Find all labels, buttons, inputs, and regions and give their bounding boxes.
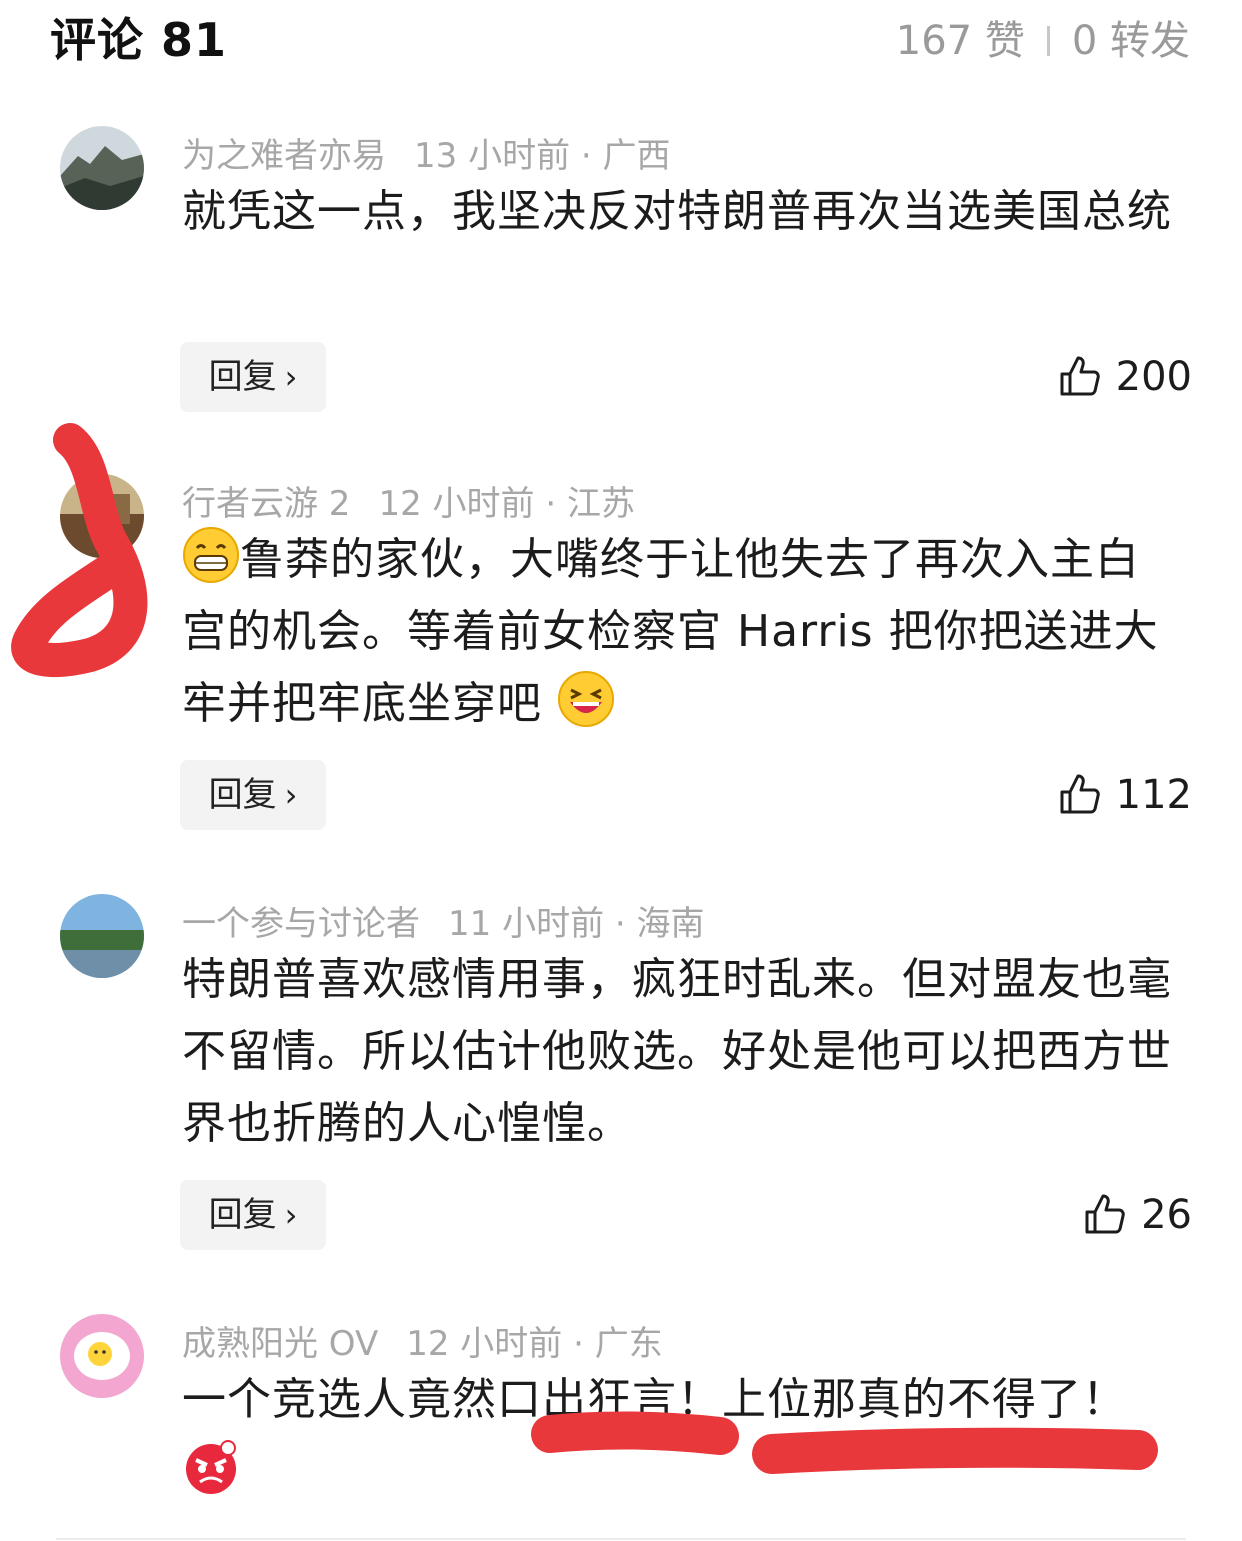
username[interactable]: 行者云游 2	[182, 484, 350, 524]
comment-text: 就凭这一点，我坚决反对特朗普再次当选美国总统	[182, 186, 1172, 237]
chevron-right-icon: ›	[284, 776, 298, 814]
avatar[interactable]	[60, 894, 144, 978]
timestamp-location: 12 小时前 · 江苏	[378, 484, 635, 524]
thumbs-up-icon	[1060, 774, 1100, 814]
thumbs-up-icon	[1060, 356, 1100, 396]
like-count: 200	[1115, 354, 1192, 400]
username[interactable]: 为之难者亦易	[182, 136, 386, 176]
stats-divider	[1046, 26, 1050, 56]
post-stats: 167 赞 0 转发	[896, 8, 1190, 66]
comment-meta: 行者云游 2 12 小时前 · 江苏	[182, 476, 635, 525]
comment-text-content: 一个竞选人竟然口出狂言！上位那真的不得了！	[182, 1374, 1127, 1425]
comments-count-title: 评论 81	[50, 13, 228, 67]
reply-label: 回复	[208, 775, 277, 815]
username[interactable]: 一个参与讨论者	[182, 904, 420, 944]
username[interactable]: 成熟阳光 OV	[182, 1324, 378, 1364]
like-count: 26	[1141, 1192, 1192, 1238]
like-button[interactable]: 200	[1058, 342, 1192, 412]
list-divider	[56, 1538, 1186, 1540]
reply-button[interactable]: 回复 ›	[180, 760, 326, 830]
avatar[interactable]	[60, 474, 144, 558]
hand-drawn-mark	[11, 423, 148, 677]
likes-count: 167 赞	[895, 18, 1025, 64]
comment-text-content: 鲁莽的家伙，大嘴终于让他失去了再次入主白宫的机会。等着前女检察官 Harris …	[182, 534, 1159, 729]
reply-label: 回复	[208, 1195, 277, 1235]
comment-meta: 成熟阳光 OV 12 小时前 · 广东	[182, 1316, 663, 1365]
comment-text: 特朗普喜欢感情用事，疯狂时乱来。但对盟友也毫不留情。所以估计他败选。好处是他可以…	[182, 954, 1172, 1149]
laughing-emoji-icon	[558, 671, 614, 727]
angry-emoji-icon	[186, 1440, 236, 1494]
comments-header: 评论 81 167 赞 0 转发	[0, 0, 1242, 67]
comment-meta: 一个参与讨论者 11 小时前 · 海南	[182, 896, 705, 945]
avatar[interactable]	[60, 126, 144, 210]
comment-text: 鲁莽的家伙，大嘴终于让他失去了再次入主白宫的机会。等着前女检察官 Harris …	[182, 524, 1182, 740]
like-button[interactable]: 112	[1058, 760, 1192, 830]
timestamp-location: 13 小时前 · 广西	[414, 136, 671, 176]
like-button[interactable]: 26	[1083, 1180, 1192, 1250]
grinning-emoji-icon	[183, 527, 239, 583]
reply-button[interactable]: 回复 ›	[180, 342, 326, 412]
like-count: 112	[1115, 772, 1192, 818]
thumbs-up-icon	[1085, 1194, 1125, 1234]
avatar[interactable]	[60, 1314, 144, 1398]
reply-button[interactable]: 回复 ›	[180, 1180, 326, 1250]
comment-meta: 为之难者亦易 13 小时前 · 广西	[182, 128, 671, 177]
chevron-right-icon: ›	[284, 358, 298, 396]
chevron-right-icon: ›	[284, 1196, 298, 1234]
timestamp-location: 12 小时前 · 广东	[406, 1324, 663, 1364]
reply-label: 回复	[208, 357, 277, 397]
comment-text: 一个竞选人竟然口出狂言！上位那真的不得了！	[182, 1364, 1182, 1508]
timestamp-location: 11 小时前 · 海南	[448, 904, 705, 944]
shares-count: 0 转发	[1071, 18, 1190, 64]
